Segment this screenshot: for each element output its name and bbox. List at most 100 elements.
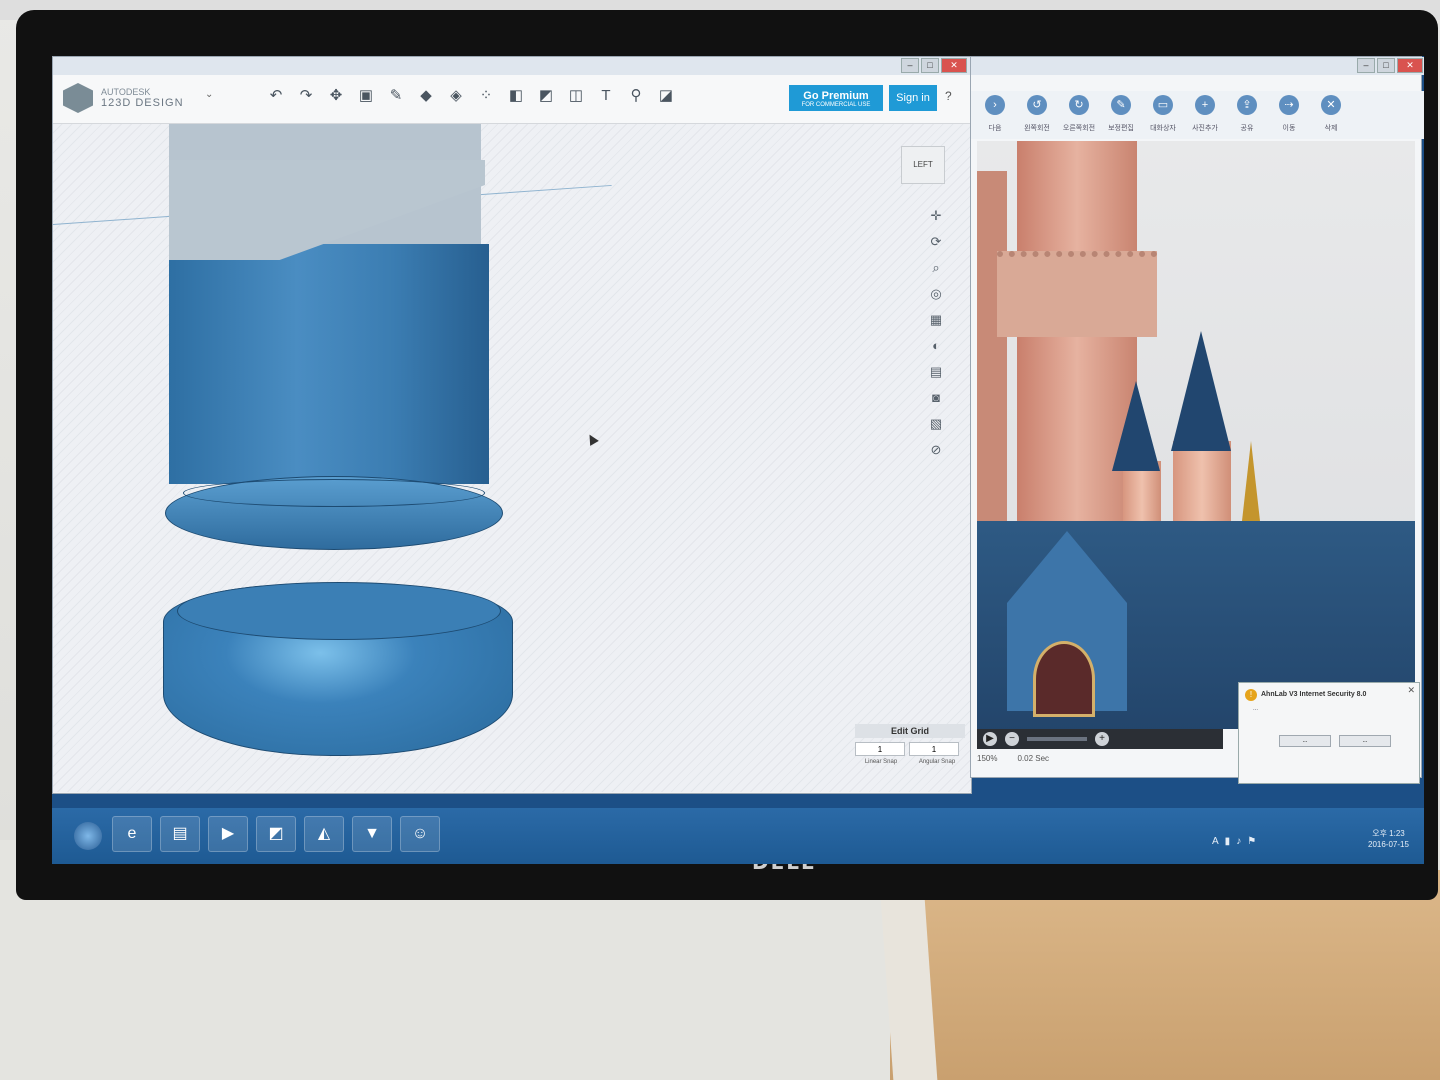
transform-icon[interactable]: ✥ [327,87,345,105]
angular-snap-label: Angular Snap [918,759,956,765]
media-player-icon[interactable]: ▶ [208,816,248,852]
tool-label: 다음 [988,125,1002,132]
viewer-minimize-button[interactable]: – [1357,58,1375,73]
help-button[interactable]: ? [945,89,952,103]
flag-icon[interactable]: ⚑ [1247,836,1256,847]
navigation-bar: ✛ ⟳ ⌕ ◎ ▦ ◐ ▤ ◙ ▧ ⊘ [925,208,947,458]
zoom-in-icon[interactable]: + [1095,732,1109,746]
orbit-icon[interactable]: ⟳ [925,234,947,250]
snap-icon[interactable]: ⚲ [627,87,645,105]
castle-rose-window [1033,641,1095,717]
menu-caret-icon[interactable]: ⌄ [205,89,213,100]
tool-edit[interactable]: ✎ 보정편집 [1103,91,1139,139]
castle-spire [1171,331,1231,451]
load-time: 0.02 Sec [1017,754,1050,763]
tool-dialog[interactable]: ▭ 대화상자 [1145,91,1181,139]
3d-viewport[interactable]: LEFT ✛ ⟳ ⌕ ◎ ▦ ◐ ▤ ◙ ▧ ⊘ Edit Grid 1 1 L… [53,124,971,792]
primitives-icon[interactable]: ▣ [357,87,375,105]
pattern-icon[interactable]: ⁘ [477,87,495,105]
zoom-out-icon[interactable]: − [1005,732,1019,746]
material-view-icon[interactable]: ▤ [925,364,947,380]
add-photo-icon: + [1195,95,1215,115]
tool-rotate-left[interactable]: ↺ 왼쪽회전 [1019,91,1055,139]
view-icon[interactable]: ▦ [925,312,947,328]
group-icon[interactable]: ◧ [507,87,525,105]
viewer-close-button[interactable]: ✕ [1397,58,1423,73]
close-button[interactable]: ✕ [941,58,967,73]
camera-icon[interactable]: ◙ [925,390,947,406]
taskbar-apps: e ▤ ▶ ◩ ◭ ▼ ☺ [112,816,440,852]
tool-label: 사진추가 [1192,125,1218,132]
123d-design-icon[interactable]: ▼ [352,816,392,852]
input-language[interactable]: A [1212,836,1219,847]
viewer-maximize-button[interactable]: □ [1377,58,1395,73]
pan-icon[interactable]: ✛ [925,208,947,224]
pdf-reader-icon[interactable]: ◭ [304,816,344,852]
tool-label: 보정편집 [1108,125,1134,132]
clock[interactable]: 오후 1:23 2016-07-15 [1368,828,1409,850]
castle-photo[interactable] [977,141,1415,729]
app-brand[interactable]: AUTODESK 123D DESIGN [63,83,184,113]
rotate-left-icon: ↺ [1027,95,1047,115]
file-explorer-icon[interactable]: ▤ [160,816,200,852]
start-button[interactable] [74,822,102,850]
image-viewer-window: – □ ✕ › 다음 ↺ 왼쪽회전 ↻ 오른쪽회전 ✎ 보정편집 ▭ 대화상자 + 사진추가… [970,56,1424,778]
warning-icon: ! [1245,689,1257,701]
linear-snap-label: Linear Snap [864,759,898,765]
minimize-button[interactable]: – [901,58,919,73]
viewer-window-controls: – □ ✕ [1357,58,1423,73]
popup-close-button[interactable]: ... [1339,735,1391,747]
volume-icon[interactable]: ♪ [1236,836,1241,847]
tool-move[interactable]: ⇢ 이동 [1271,91,1307,139]
edit-grid-title[interactable]: Edit Grid [855,724,965,738]
tool-share[interactable]: ⇪ 공유 [1229,91,1265,139]
linear-snap-field[interactable] [855,742,905,756]
measure-icon[interactable]: ◫ [567,87,585,105]
popup-close-icon[interactable]: ✕ [1407,685,1415,696]
modify-icon[interactable]: ◈ [447,87,465,105]
tool-icons: ↶ ↷ ✥ ▣ ✎ ◆ ◈ ⁘ ◧ ◩ ◫ T ⚲ ◪ [267,87,675,105]
viewer-titlebar: – □ ✕ [971,57,1424,75]
view-cube[interactable]: LEFT [901,146,945,184]
sketch-icon[interactable]: ✎ [387,87,405,105]
fit-icon[interactable]: ◎ [925,286,947,302]
isolate-icon[interactable]: ▧ [925,416,947,432]
maximize-button[interactable]: □ [921,58,939,73]
visual-style-icon[interactable]: ◐ [925,338,947,354]
cylinder-body[interactable] [169,244,489,484]
tool-delete[interactable]: ✕ 삭제 [1313,91,1349,139]
tool-add-photo[interactable]: + 사진추가 [1187,91,1223,139]
move-icon: ⇢ [1279,95,1299,115]
design-titlebar: – □ ✕ [53,57,971,75]
redo-icon[interactable]: ↷ [297,87,315,105]
combine-icon[interactable]: ◩ [537,87,555,105]
material-icon[interactable]: ◪ [657,87,675,105]
snap-view-icon[interactable]: ⊘ [925,442,947,458]
ring-edge [183,479,485,507]
castle-tower-crown [997,251,1157,337]
tool-rotate-right[interactable]: ↻ 오른쪽회전 [1061,91,1097,139]
go-premium-button[interactable]: Go Premium FOR COMMERCIAL USE [789,85,883,111]
angular-snap-field[interactable] [909,742,959,756]
tool-next[interactable]: › 다음 [977,91,1013,139]
design-toolbar: AUTODESK 123D DESIGN ⌄ ↶ ↷ ✥ ▣ ✎ ◆ ◈ ⁘ ◧… [53,75,971,124]
sign-in-button[interactable]: Sign in [889,85,937,111]
internet-explorer-icon[interactable]: e [112,816,152,852]
construct-icon[interactable]: ◆ [417,87,435,105]
undo-icon[interactable]: ↶ [267,87,285,105]
taskbar: e ▤ ▶ ◩ ◭ ▼ ☺ A ▮ ♪ ⚑ 오후 1:23 2016-07-15 [52,808,1424,864]
network-icon[interactable]: ▮ [1225,836,1231,847]
dialog-icon: ▭ [1153,95,1173,115]
tool-label: 이동 [1282,125,1296,132]
clock-time: 오후 1:23 [1372,829,1405,838]
tool-label: 대화상자 [1150,125,1176,132]
desk-wood [890,870,1440,1080]
zoom-icon[interactable]: ⌕ [925,260,947,276]
image-viewer-icon[interactable]: ◩ [256,816,296,852]
text-icon[interactable]: T [597,87,615,105]
play-icon[interactable]: ▶ [983,732,997,746]
minion-app-icon[interactable]: ☺ [400,816,440,852]
popup-confirm-button[interactable]: ... [1279,735,1331,747]
zoom-slider[interactable] [1027,737,1087,741]
viewer-status-bar: 150% 0.02 Sec [977,751,1277,767]
